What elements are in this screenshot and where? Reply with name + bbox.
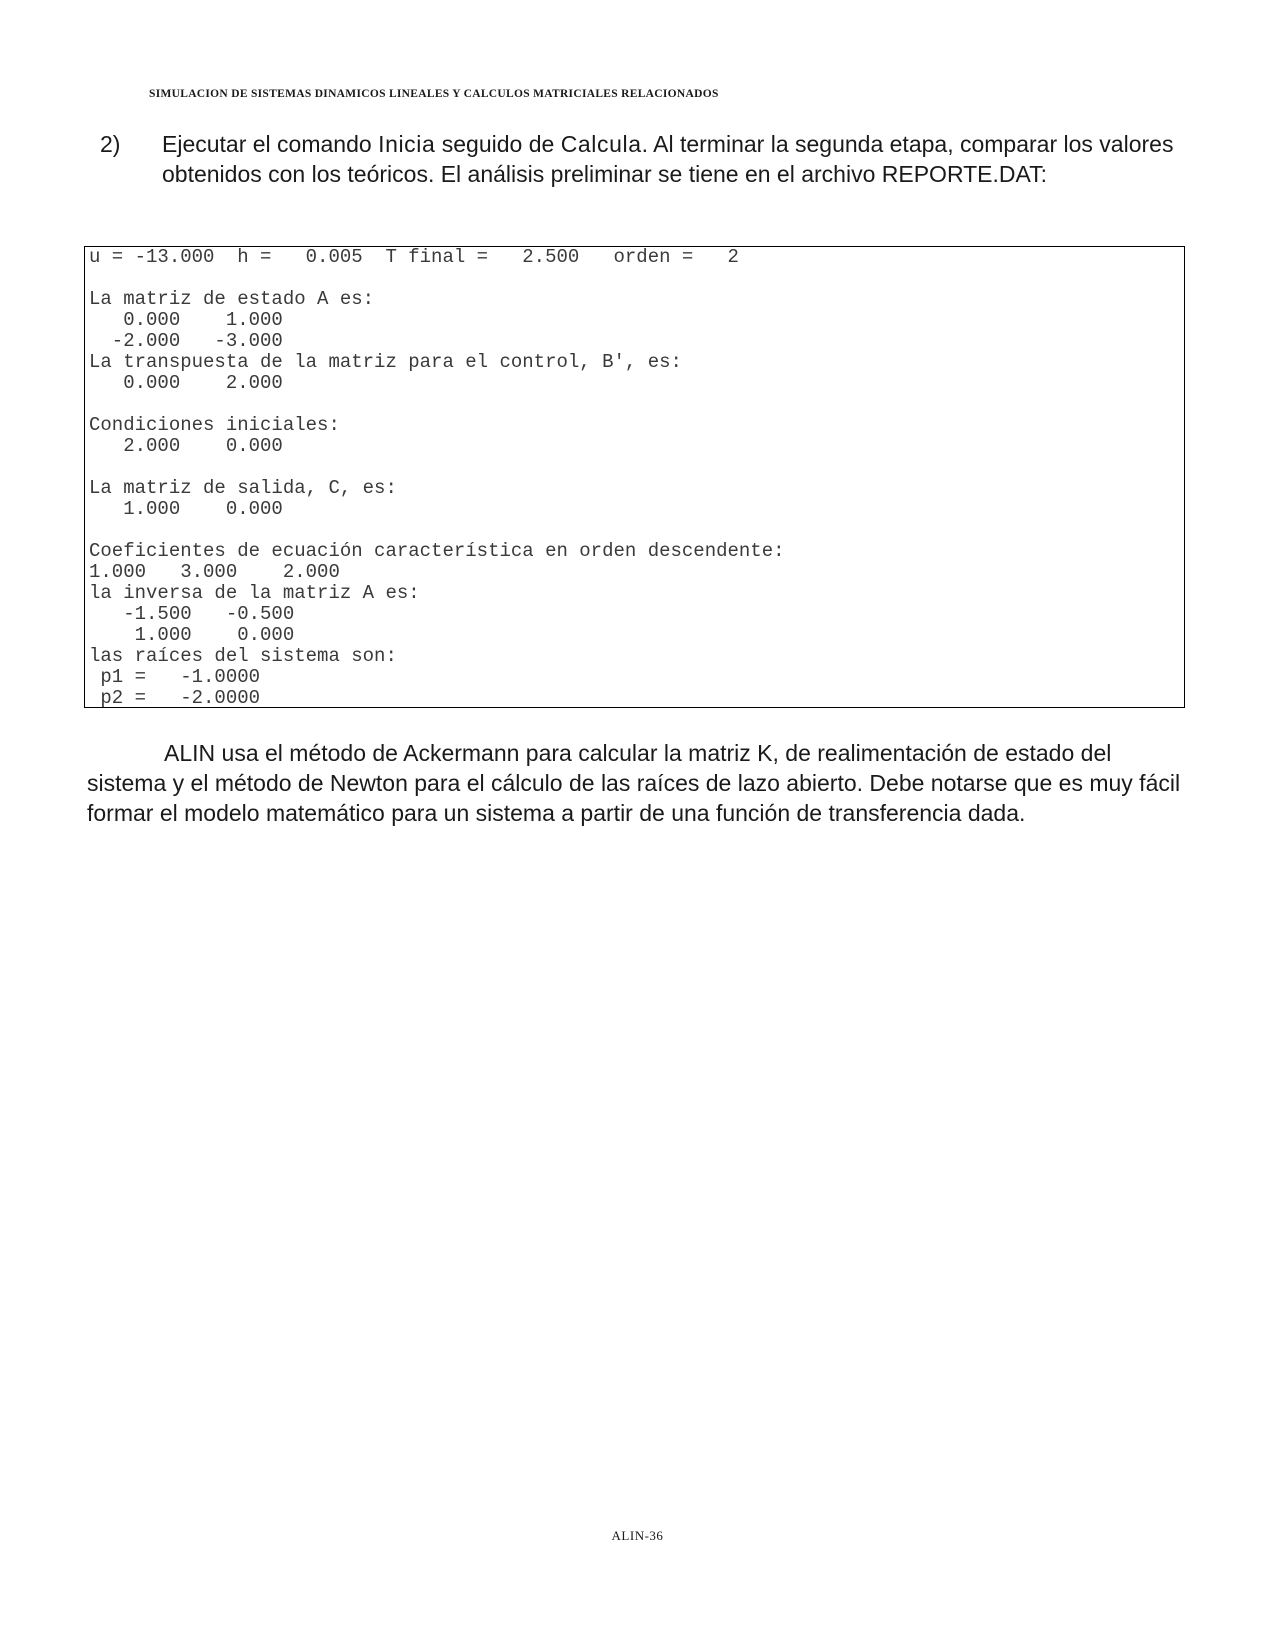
report-line: 1.000 0.000: [89, 624, 295, 646]
step-text: Ejecutar el comando Inicia seguido de Ca…: [162, 130, 1190, 189]
report-line: 2.000 0.000: [89, 435, 283, 457]
report-line: La transpuesta de la matriz para el cont…: [89, 351, 682, 373]
report-line: u = -13.000 h = 0.005 T final = 2.500 or…: [89, 246, 739, 268]
report-line: [89, 394, 1184, 415]
report-line: 1.000 0.000: [89, 498, 283, 520]
report-line: 0.000 2.000: [89, 372, 283, 394]
command-calcula: Calcula: [560, 131, 642, 157]
report-line: p2 = -2.0000: [89, 687, 261, 708]
step-text-part: seguido de: [435, 131, 561, 157]
report-line: Coeficientes de ecuación característica …: [89, 540, 785, 562]
step-number: 2): [100, 131, 121, 157]
report-line: -2.000 -3.000: [89, 330, 283, 352]
report-line: [89, 457, 1184, 478]
report-line: -1.500 -0.500: [89, 603, 295, 625]
page-footer: ALIN-36: [611, 1528, 664, 1543]
step-item: 2) Ejecutar el comando Inicia seguido de…: [100, 130, 1190, 189]
report-line: [89, 268, 1184, 289]
report-line: 1.000 3.000 2.000: [89, 561, 340, 583]
report-line: La matriz de salida, C, es:: [89, 477, 397, 499]
report-lines: u = -13.000 h = 0.005 T final = 2.500 or…: [89, 246, 1184, 708]
report-line: la inversa de la matriz A es:: [89, 582, 420, 604]
report-line: p1 = -1.0000: [89, 666, 261, 688]
report-line: La matriz de estado A es:: [89, 288, 375, 310]
report-line: [89, 520, 1184, 541]
report-line: Condiciones iniciales:: [89, 414, 340, 436]
report-line: las raíces del sistema son:: [89, 645, 397, 667]
step-text-part: Ejecutar el comando: [162, 131, 379, 157]
running-header: SIMULACION DE SISTEMAS DINAMICOS LINEALE…: [149, 88, 719, 100]
body-paragraph: ALIN usa el método de Ackermann para cal…: [87, 740, 1181, 826]
report-output-box: u = -13.000 h = 0.005 T final = 2.500 or…: [84, 246, 1185, 708]
command-inicia: Inicia: [378, 131, 436, 157]
report-line: 0.000 1.000: [89, 309, 283, 331]
